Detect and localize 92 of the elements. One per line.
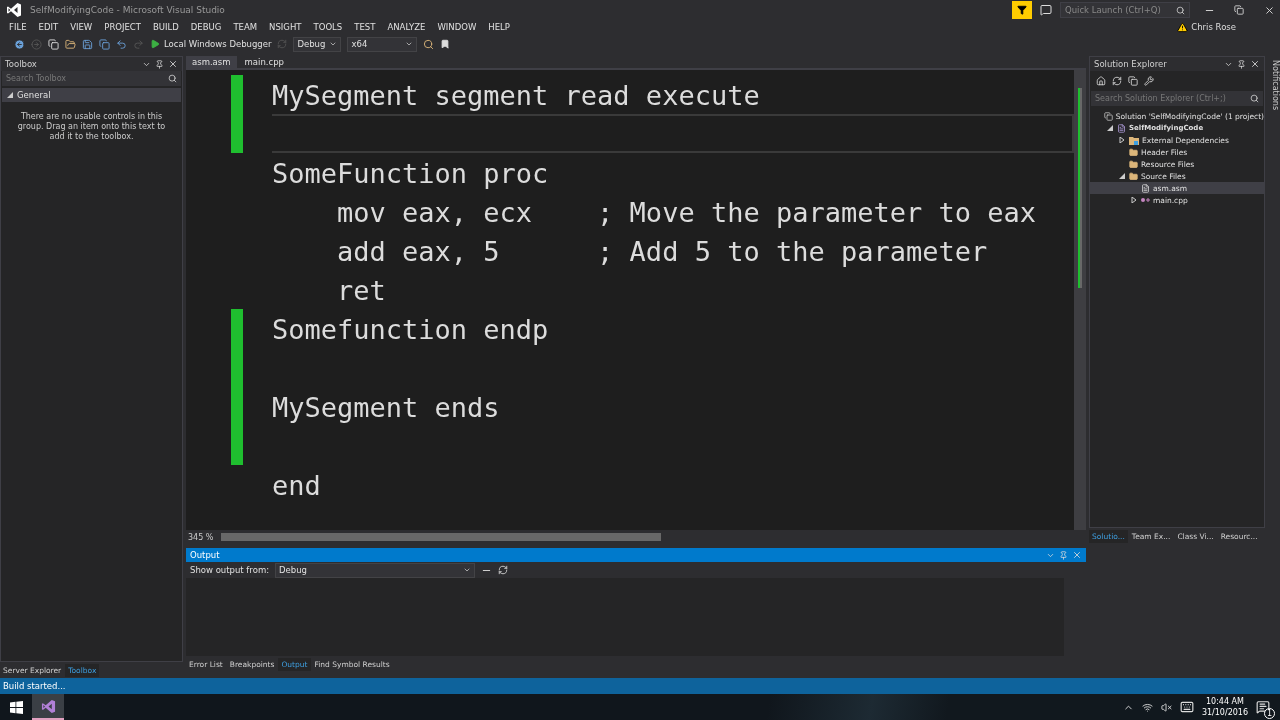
code-line: MySegment segment read execute bbox=[272, 79, 761, 113]
back-icon[interactable] bbox=[14, 38, 25, 50]
expanded-arrow-icon[interactable] bbox=[1119, 173, 1125, 179]
folder-icon bbox=[1129, 147, 1138, 157]
menu-item[interactable]: EDIT bbox=[32, 22, 65, 32]
code-line: Somefunction endp bbox=[272, 313, 550, 347]
close-icon[interactable] bbox=[168, 59, 178, 69]
code-line: ret bbox=[336, 274, 387, 308]
feedback-filter-button[interactable] bbox=[1012, 1, 1032, 19]
search-icon bbox=[168, 74, 177, 83]
solution-icon bbox=[1103, 111, 1113, 121]
notifications-tab[interactable]: Notifications bbox=[1268, 56, 1280, 111]
menu-item[interactable]: BUILD bbox=[147, 22, 185, 32]
expanded-arrow-icon[interactable] bbox=[1107, 125, 1113, 131]
close-icon[interactable] bbox=[1250, 59, 1260, 69]
muted-speaker-icon[interactable] bbox=[1160, 701, 1172, 713]
wrench-icon[interactable] bbox=[1144, 76, 1154, 86]
caret-icon bbox=[329, 40, 338, 48]
warning-icon bbox=[1177, 21, 1189, 33]
pin-icon[interactable] bbox=[1237, 59, 1246, 69]
pin-icon[interactable] bbox=[155, 59, 164, 69]
find-icon[interactable] bbox=[423, 38, 435, 50]
notification-count: 1 bbox=[1264, 708, 1275, 719]
menu-item[interactable]: DEBUG bbox=[184, 22, 228, 32]
configuration-dropdown[interactable]: Debug bbox=[293, 36, 342, 52]
clock[interactable]: 10:44 AM 31/10/2016 bbox=[1201, 696, 1248, 718]
panel-title: Output bbox=[190, 550, 220, 560]
menu-item[interactable]: NSIGHT bbox=[263, 22, 308, 32]
bookmark-icon[interactable] bbox=[440, 39, 451, 49]
expanded-arrow-icon bbox=[7, 92, 13, 98]
visual-studio-logo-icon bbox=[40, 698, 56, 714]
menu-item[interactable]: PROJECT bbox=[98, 22, 147, 32]
zoom-level[interactable]: 345 % bbox=[188, 532, 214, 542]
collapsed-arrow-icon[interactable] bbox=[1131, 197, 1137, 203]
code-line: end bbox=[272, 469, 322, 503]
caret-icon bbox=[463, 566, 472, 574]
keyboard-icon[interactable] bbox=[1179, 700, 1194, 714]
code-line: mov eax, ecx ; Move the parameter to eax bbox=[336, 196, 1037, 230]
platform-dropdown[interactable]: x64 bbox=[347, 36, 418, 52]
menu-item[interactable]: FILE bbox=[3, 22, 33, 32]
windows-logo-icon bbox=[9, 700, 23, 714]
code-line: MySegment ends bbox=[272, 391, 501, 425]
menu-item[interactable]: TEST bbox=[348, 22, 382, 32]
document-tab[interactable]: asm.asm bbox=[186, 56, 237, 68]
menu-item[interactable]: TEAM bbox=[227, 22, 264, 32]
code-line: add eax, 5 ; Add 5 to the parameter bbox=[336, 235, 989, 269]
start-debugger-button[interactable]: Local Windows Debugger bbox=[150, 39, 272, 49]
feedback-icon[interactable] bbox=[1040, 4, 1052, 16]
user-name[interactable]: Chris Rose bbox=[1191, 22, 1236, 32]
search-icon bbox=[1176, 5, 1185, 15]
visual-studio-logo-icon bbox=[6, 2, 22, 18]
toolbox-group[interactable]: General bbox=[2, 88, 181, 102]
menu-item[interactable]: VIEW bbox=[64, 22, 99, 32]
play-icon bbox=[150, 39, 160, 49]
menu-item[interactable]: WINDOW bbox=[431, 22, 483, 32]
home-icon[interactable] bbox=[1096, 76, 1106, 86]
panel-title: Solution Explorer bbox=[1094, 59, 1167, 69]
menu-item[interactable]: HELP bbox=[482, 22, 516, 32]
filter-icon bbox=[1017, 5, 1027, 15]
restore-icon[interactable] bbox=[1234, 5, 1244, 15]
field-label: Show output from: bbox=[190, 565, 270, 575]
close-icon[interactable] bbox=[1263, 4, 1275, 16]
file-icon bbox=[1141, 183, 1150, 193]
network-icon[interactable] bbox=[1141, 701, 1153, 713]
quick-launch-field[interactable]: Quick Launch (Ctrl+Q) bbox=[1060, 2, 1190, 18]
taskbar-app-button[interactable] bbox=[32, 694, 64, 720]
empty-group-message: There are no usable controls in this group. Drag an item onto this text to add it to the toolbox. bbox=[16, 112, 167, 142]
cpp-file-icon bbox=[1141, 197, 1150, 203]
panel-title: Toolbox bbox=[5, 59, 37, 69]
refresh-icon[interactable] bbox=[1112, 76, 1122, 86]
search-icon bbox=[1250, 94, 1259, 103]
status-text: Build started... bbox=[3, 681, 66, 691]
vertical-scrollbar[interactable] bbox=[1074, 70, 1086, 530]
undo-icon[interactable] bbox=[116, 38, 127, 50]
action-center-icon[interactable] bbox=[1256, 700, 1270, 714]
collapsed-arrow-icon[interactable] bbox=[1119, 137, 1125, 143]
caret-icon bbox=[405, 40, 414, 48]
output-source-dropdown[interactable]: Debug bbox=[275, 562, 476, 578]
save-icon[interactable] bbox=[82, 38, 93, 50]
project-icon bbox=[1117, 123, 1126, 133]
code-line: SomeFunction proc bbox=[272, 157, 550, 191]
window-title: SelfModifyingCode - Microsoft Visual Studio bbox=[30, 5, 225, 15]
menu-item[interactable]: ANALYZE bbox=[381, 22, 432, 32]
copy-icon[interactable] bbox=[1128, 76, 1138, 86]
folder-icon bbox=[1129, 159, 1138, 169]
code-editor[interactable]: MySegment segment read execute SomeFunction proc mov eax, ecx ; Move the parameter to eax add eax, 5 ; Add 5 to the parameter ret Somefunction endp MySegment ends end bbox=[186, 70, 1086, 530]
document-tab[interactable]: main.cpp bbox=[238, 56, 290, 68]
folder-icon bbox=[1129, 171, 1138, 181]
open-folder-icon[interactable] bbox=[65, 38, 76, 50]
word-wrap-icon[interactable] bbox=[498, 565, 509, 575]
dependencies-folder-icon bbox=[1129, 135, 1139, 145]
menu-item[interactable]: TOOLS bbox=[307, 22, 349, 32]
